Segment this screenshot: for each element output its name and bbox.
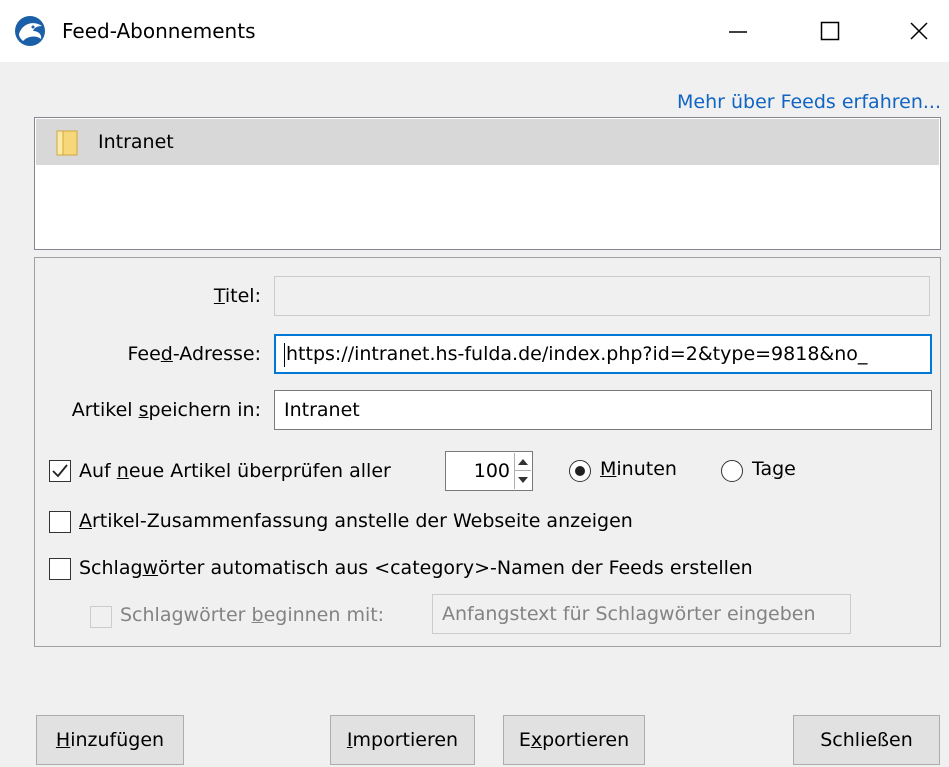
days-label: Tage [752,458,796,480]
maximize-icon [820,21,840,41]
close-window-button[interactable] [889,8,949,54]
interval-spinner[interactable]: 100 [445,451,533,491]
feed-folder-tree[interactable]: Intranet [34,117,941,250]
folder-icon [56,130,78,156]
checkmark-icon [52,464,68,478]
interval-value: 100 [473,460,510,482]
tree-item-label: Intranet [98,131,174,153]
check-new-articles-label: Auf neue Artikel überprüfen aller [79,460,391,482]
auto-tags-label: Schlagwörter automatisch aus <category>-… [79,557,753,579]
window-title: Feed-Abonnements [62,19,256,43]
arrow-up-icon [518,458,528,465]
tree-item-intranet[interactable]: Intranet [36,119,939,165]
thunderbird-app-icon [15,16,45,46]
dialog-client-area: Mehr über Feeds erfahren... Intranet Tit… [0,62,949,767]
spinner-arrows [514,453,531,489]
tag-prefix-label: Schlagwörter beginnen mit: [120,604,385,626]
auto-tags-checkbox[interactable] [49,558,71,580]
tag-prefix-checkbox[interactable] [90,606,112,628]
minimize-button[interactable] [708,8,768,54]
export-button[interactable]: Exportieren [503,715,645,765]
spin-up-button[interactable] [515,453,531,471]
feed-subscriptions-window: Feed-Abonnements Mehr über Feeds erfahre… [0,0,949,767]
close-button[interactable]: Schließen [793,715,940,765]
feed-address-field[interactable]: https://intranet.hs-fulda.de/index.php?i… [274,334,932,374]
show-summary-checkbox[interactable] [49,511,71,533]
close-icon [910,22,928,40]
arrow-down-icon [518,477,528,483]
tag-prefix-field[interactable]: Anfangstext für Schlagwörter eingeben [432,594,851,634]
import-button[interactable]: Importieren [330,715,475,765]
spin-down-button[interactable] [515,471,531,489]
title-label: Titel: [213,285,261,307]
learn-more-link[interactable]: Mehr über Feeds erfahren... [677,90,941,114]
days-radio[interactable] [721,460,743,482]
show-summary-label: Artikel-Zusammenfassung anstelle der Web… [79,510,633,532]
minutes-label: Minuten [600,458,677,480]
store-in-label: Artikel speichern in: [71,399,261,421]
add-button[interactable]: Hinzufügen [36,715,184,765]
check-new-articles-checkbox[interactable] [49,460,71,482]
feed-settings-panel: Titel: Feed-Adresse: https://intranet.hs… [34,257,941,647]
title-field[interactable] [274,276,930,316]
title-bar[interactable]: Feed-Abonnements [0,0,949,62]
store-in-folder-field[interactable]: Intranet [274,390,932,430]
radio-selected-dot [575,466,585,476]
text-caret [284,342,285,367]
feed-address-label: Feed-Adresse: [127,343,261,365]
minimize-icon [729,31,747,33]
maximize-button[interactable] [800,8,860,54]
minutes-radio[interactable] [569,460,591,482]
